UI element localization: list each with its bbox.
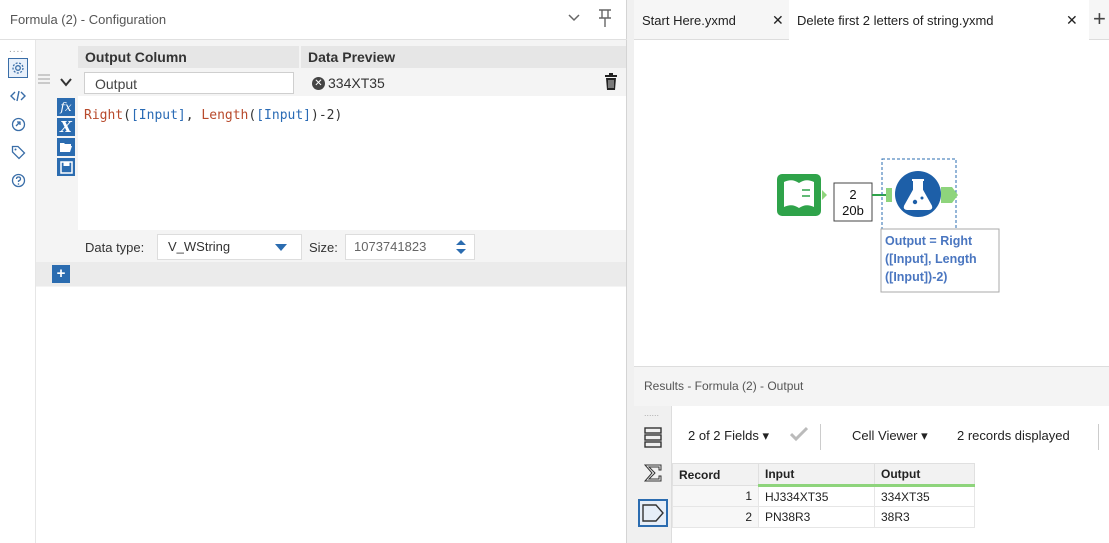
data-type-label: Data type: (85, 240, 145, 255)
input-cell[interactable]: HJ334XT35 (758, 485, 875, 507)
pin-icon[interactable] (597, 7, 613, 29)
data-type-select[interactable]: V_WString (157, 234, 302, 260)
connection-size: 20b (842, 203, 864, 218)
connection-icon[interactable] (8, 114, 28, 134)
table-row[interactable]: 2 PN38R3 38R3 (672, 506, 975, 528)
record-cell[interactable]: 2 (672, 506, 759, 528)
folder-open-icon[interactable] (57, 138, 75, 156)
side-rail: .... (0, 40, 36, 543)
fields-dropdown[interactable]: 2 of 2 Fields ▾ (688, 428, 769, 444)
size-input[interactable]: 1073741823 (345, 234, 475, 260)
tab-start-here[interactable]: Start Here.yxmd (634, 0, 787, 40)
function-icon[interactable]: fx (57, 98, 75, 116)
cell-viewer-dropdown[interactable]: Cell Viewer ▾ (852, 428, 928, 444)
expression-text: Right([Input], Length([Input])-2) (84, 108, 343, 123)
add-tab-icon[interactable]: + (1093, 6, 1106, 32)
spinner-icon[interactable] (454, 237, 468, 257)
data-preview-header: Data Preview (301, 46, 626, 68)
gear-icon[interactable] (8, 58, 28, 78)
results-header: Results - Formula (2) - Output (634, 366, 1109, 406)
annotation-line-2: ([Input], Length (885, 252, 977, 266)
output-cell[interactable]: 38R3 (874, 506, 975, 528)
workflow-graph: 2 20b Output = Right ([Input], Length ([… (777, 158, 1000, 293)
save-icon[interactable] (57, 158, 75, 176)
formula-tool-icon[interactable] (895, 171, 958, 217)
tag-icon[interactable] (8, 142, 28, 162)
tag-view-icon[interactable] (638, 499, 668, 527)
expression-editor[interactable]: Right([Input], Length([Input])-2) (78, 96, 626, 230)
size-label: Size: (309, 240, 338, 255)
help-icon[interactable] (8, 170, 28, 190)
output-column-field[interactable]: Output (84, 72, 294, 94)
table-row[interactable]: 1 HJ334XT35 334XT35 (672, 485, 975, 507)
workflow-canvas[interactable]: 2 20b Output = Right ([Input], Length ([… (634, 40, 1109, 360)
input-tool-icon[interactable] (777, 174, 827, 216)
column-header-record[interactable]: Record (672, 463, 759, 486)
code-icon[interactable] (8, 86, 28, 106)
results-toolbar: 2 of 2 Fields ▾ Cell Viewer ▾ 2 records … (672, 422, 1109, 452)
row-drag-handle[interactable] (36, 70, 54, 100)
input-anchor (886, 188, 892, 202)
connection-count: 2 (849, 187, 856, 202)
variable-icon[interactable]: X (57, 118, 75, 136)
results-rail: ...... (634, 406, 672, 543)
annotation-line-3: ([Input])-2) (885, 270, 947, 284)
delete-row-icon[interactable] (604, 73, 618, 91)
panel-title: Formula (2) - Configuration (10, 12, 167, 27)
panel-splitter[interactable] (627, 0, 634, 543)
output-column-header: Output Column (78, 46, 299, 68)
panel-header: Formula (2) - Configuration (0, 0, 627, 40)
record-cell[interactable]: 1 (672, 485, 759, 507)
drag-dots-icon: .... (9, 44, 25, 55)
expression-tools: fx X (54, 96, 78, 286)
drag-dots-icon: ...... (644, 408, 660, 418)
results-table: Record Input Output 1 HJ334XT35 334XT35 … (672, 463, 975, 528)
toolbar-divider (820, 424, 821, 450)
configuration-panel: Formula (2) - Configuration .... Output … (0, 0, 627, 543)
add-formula-button[interactable]: + (52, 265, 70, 283)
row-collapse-button[interactable] (54, 70, 78, 94)
close-icon[interactable]: ✕ (1066, 12, 1078, 29)
results-title: Results - Formula (2) - Output (644, 379, 804, 393)
results-panel: ...... 2 of 2 Fields ▾ Cell Viewer ▾ 2 r… (634, 406, 1109, 543)
data-preview-value: 334XT35 (328, 75, 385, 91)
table-view-icon[interactable] (644, 426, 662, 453)
tab-delete-first-2-letters[interactable]: Delete first 2 letters of string.yxmd (789, 0, 1089, 40)
data-type-row: Data type: V_WString Size: 1073741823 (78, 230, 626, 264)
caret-down-icon (275, 244, 287, 251)
column-header-input[interactable]: Input (758, 463, 875, 487)
input-cell[interactable]: PN38R3 (758, 506, 875, 528)
formula-grid: Output Column Data Preview Output ✕ 334X… (36, 40, 626, 287)
column-header-output[interactable]: Output (874, 463, 975, 487)
close-icon[interactable]: ✕ (772, 12, 784, 29)
records-count: 2 records displayed (957, 428, 1070, 443)
workflow-tabs: Start Here.yxmd ✕ Delete first 2 letters… (634, 0, 1109, 40)
sigma-icon[interactable] (643, 463, 663, 486)
chevron-down-icon[interactable] (568, 10, 580, 26)
add-row-bar: + (36, 262, 626, 286)
checkmark-icon[interactable] (789, 426, 809, 445)
annotation-line-1: Output = Right (885, 234, 973, 248)
output-cell[interactable]: 334XT35 (874, 485, 975, 507)
toolbar-divider (1098, 424, 1099, 450)
